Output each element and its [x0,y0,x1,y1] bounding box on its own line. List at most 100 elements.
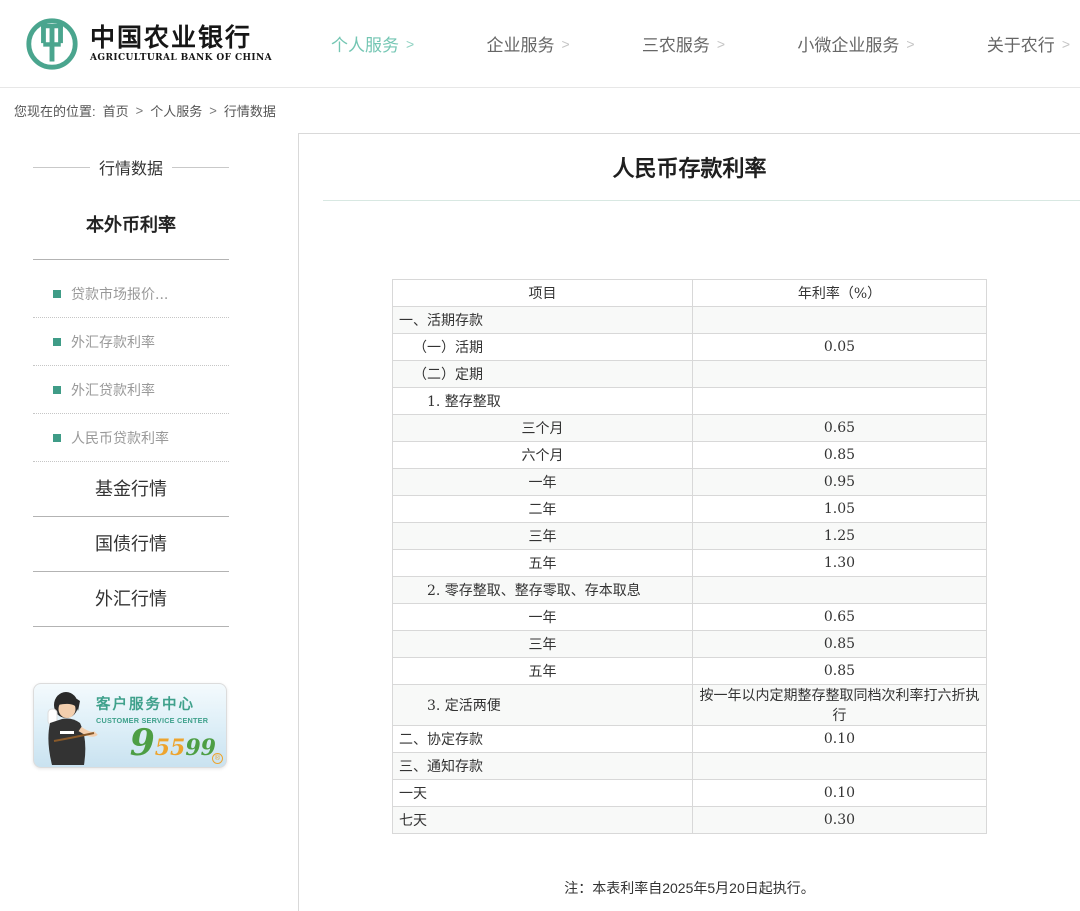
service-phone-number: 95599 [130,725,216,761]
bullet-square-icon [53,434,61,442]
rate-cell [692,307,986,334]
table-row: 三年0.85 [393,631,987,658]
rates-table-body: 一、活期存款（一）活期0.05（二）定期1. 整存整取三个月0.65六个月0.8… [393,307,987,834]
table-row: 五年0.85 [393,658,987,685]
table-header-row: 项目 年利率（%） [393,280,987,307]
rate-cell: 1.30 [692,550,986,577]
service-center-title-cn: 客户服务中心 [96,693,208,714]
table-row: 一天0.10 [393,780,987,807]
bank-name-en: AGRICULTURAL BANK OF CHINA [90,53,272,63]
service-agent-image [36,689,98,767]
breadcrumb-home[interactable]: 首页 [103,101,129,120]
sidebar-item-lpr[interactable]: 贷款市场报价... [33,270,229,318]
rate-cell [692,388,986,415]
customer-service-banner[interactable]: 客户服务中心 CUSTOMER SERVICE CENTER 95599 ® [33,683,227,768]
rate-cell: 0.65 [692,604,986,631]
item-cell: 一天 [393,780,693,807]
trademark-badge: ® [212,753,223,764]
table-row: 七天0.30 [393,807,987,834]
rate-cell: 1.25 [692,523,986,550]
nav-about[interactable]: 关于农行> [987,31,1070,56]
chevron-right-icon: > [406,36,414,52]
chevron-right-icon: > [561,36,569,52]
table-row: 1. 整存整取 [393,388,987,415]
breadcrumb-personal[interactable]: 个人服务 [150,101,202,120]
sidebar-item-rmb-loan-rates[interactable]: 人民币贷款利率 [33,414,229,462]
bullet-square-icon [53,338,61,346]
rate-cell: 0.65 [692,415,986,442]
effective-date-note: 注：本表利率自2025年5月20日起执行。 [299,878,1080,898]
item-cell: 三年 [393,631,693,658]
breadcrumb-separator: > [209,103,217,118]
nav-corporate[interactable]: 企业服务> [486,31,569,56]
item-cell: 五年 [393,550,693,577]
column-header-item: 项目 [393,280,693,307]
item-cell: 一年 [393,604,693,631]
rate-cell: 0.85 [692,631,986,658]
sidebar-item-fund-market[interactable]: 基金行情 [33,462,229,517]
divider [172,167,229,168]
rate-cell [692,753,986,780]
item-cell: 二、协定存款 [393,726,693,753]
breadcrumb-market-data[interactable]: 行情数据 [224,101,276,120]
table-row: （一）活期0.05 [393,334,987,361]
rate-cell: 0.85 [692,442,986,469]
item-cell: 三个月 [393,415,693,442]
item-cell: 一、活期存款 [393,307,693,334]
chevron-right-icon: > [717,36,725,52]
rate-cell: 0.95 [692,469,986,496]
divider [33,167,90,168]
table-row: 二、协定存款0.10 [393,726,987,753]
rate-cell: 1.05 [692,496,986,523]
sidebar-item-fx-loan-rates[interactable]: 外汇贷款利率 [33,366,229,414]
bank-logo[interactable]: 中国农业银行 AGRICULTURAL BANK OF CHINA [24,16,276,72]
item-cell: 1. 整存整取 [393,388,693,415]
rate-cell: 0.10 [692,780,986,807]
sidebar-item-fx-market[interactable]: 外汇行情 [33,572,229,627]
item-cell: 二年 [393,496,693,523]
table-row: 一年0.95 [393,469,987,496]
table-row: 2. 零存整取、整存零取、存本取息 [393,577,987,604]
table-row: 三个月0.65 [393,415,987,442]
table-row: 五年1.30 [393,550,987,577]
table-row: 一年0.65 [393,604,987,631]
item-cell: 一年 [393,469,693,496]
table-row: 三、通知存款 [393,753,987,780]
sidebar-item-currency-rates[interactable]: 本外币利率 [33,203,229,260]
table-row: （二）定期 [393,361,987,388]
bullet-square-icon [53,290,61,298]
chevron-right-icon: > [1062,36,1070,52]
bank-name-cn: 中国农业银行 [90,24,272,53]
breadcrumb-label: 您现在的位置: [14,101,96,120]
item-cell: 3. 定活两便 [393,685,693,726]
nav-personal[interactable]: 个人服务> [331,31,414,56]
table-row: 一、活期存款 [393,307,987,334]
item-cell: 七天 [393,807,693,834]
abc-logo-icon [24,16,80,72]
main-content: 人民币存款利率 项目 年利率（%） 一、活期存款（一）活期0.05（二）定期1.… [298,133,1080,911]
chevron-right-icon: > [906,36,914,52]
rate-cell [692,361,986,388]
page-title: 人民币存款利率 [299,154,1080,184]
table-row: 二年1.05 [393,496,987,523]
item-cell: （二）定期 [393,361,693,388]
item-cell: 三、通知存款 [393,753,693,780]
table-row: 三年1.25 [393,523,987,550]
title-divider [323,200,1080,201]
sidebar-item-fx-deposit-rates[interactable]: 外汇存款利率 [33,318,229,366]
bullet-square-icon [53,386,61,394]
rate-cell [692,577,986,604]
site-header: 中国农业银行 AGRICULTURAL BANK OF CHINA 个人服务> … [0,0,1080,88]
item-cell: 2. 零存整取、整存零取、存本取息 [393,577,693,604]
deposit-rates-table: 项目 年利率（%） 一、活期存款（一）活期0.05（二）定期1. 整存整取三个月… [392,279,987,834]
nav-small-business[interactable]: 小微企业服务> [797,31,914,56]
sidebar-item-treasury-market[interactable]: 国债行情 [33,517,229,572]
item-cell: 六个月 [393,442,693,469]
breadcrumb: 您现在的位置: 首页 > 个人服务 > 行情数据 [0,88,1080,133]
item-cell: （一）活期 [393,334,693,361]
main-nav: 个人服务> 企业服务> 三农服务> 小微企业服务> 关于农行> [276,31,1080,56]
rate-cell: 0.05 [692,334,986,361]
nav-rural[interactable]: 三农服务> [642,31,725,56]
item-cell: 五年 [393,658,693,685]
rate-cell: 按一年以内定期整存整取同档次利率打六折执行 [692,685,986,726]
